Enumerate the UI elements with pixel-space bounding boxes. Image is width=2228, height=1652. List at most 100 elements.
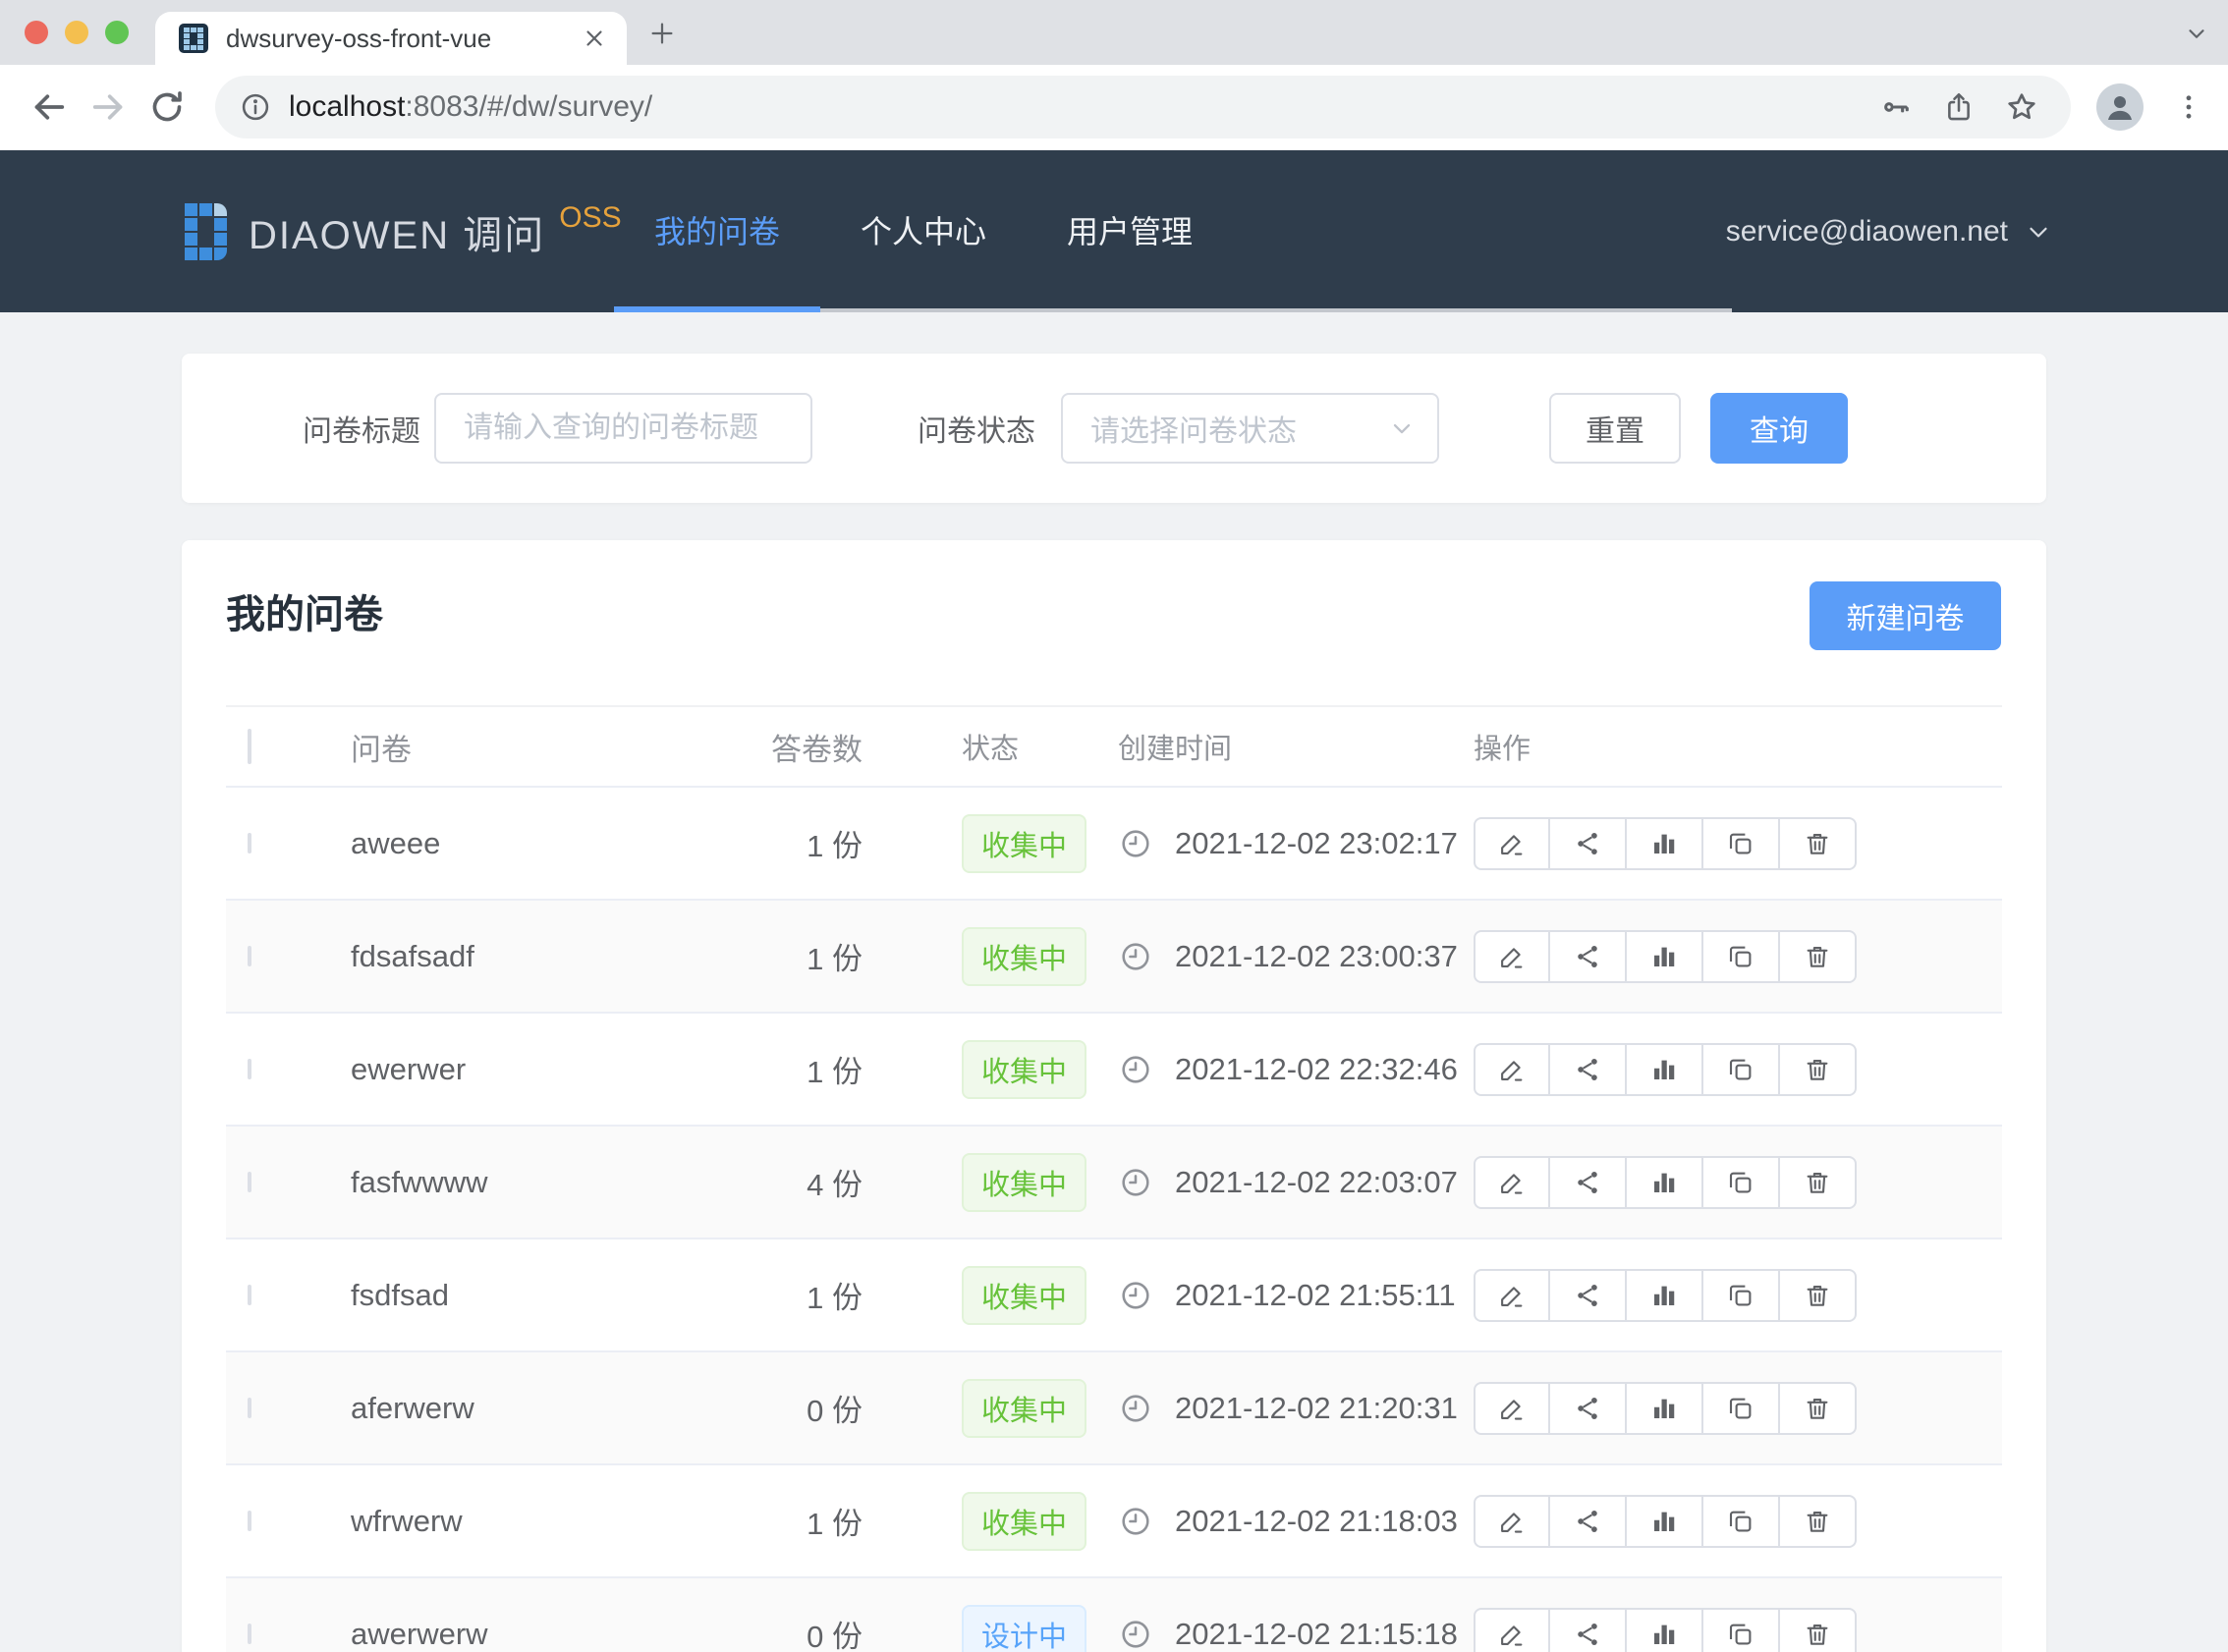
copy-button[interactable]	[1703, 1495, 1780, 1548]
row-checkbox[interactable]	[248, 1398, 251, 1418]
chart-button[interactable]	[1627, 817, 1703, 870]
edit-icon	[1497, 1507, 1527, 1536]
back-icon[interactable]	[28, 85, 71, 129]
chart-button[interactable]	[1627, 1156, 1703, 1209]
browser-tab[interactable]: dwsurvey-oss-front-vue	[155, 12, 627, 65]
survey-name: wfrwerw	[314, 1504, 735, 1539]
forward-icon[interactable]	[86, 85, 130, 129]
edit-button[interactable]	[1474, 817, 1550, 870]
status-badge: 收集中	[962, 1040, 1086, 1099]
copy-button[interactable]	[1703, 817, 1780, 870]
brand-badge: OSS	[559, 201, 621, 235]
row-checkbox[interactable]	[248, 1624, 251, 1644]
tab-close-icon[interactable]	[576, 20, 613, 57]
search-button[interactable]: 查询	[1710, 393, 1848, 464]
menu-item-my-surveys[interactable]: 我的问卷	[614, 150, 820, 308]
edit-button[interactable]	[1474, 1608, 1550, 1652]
survey-name: aweee	[314, 826, 735, 861]
row-checkbox[interactable]	[248, 833, 251, 854]
copy-icon	[1726, 1055, 1755, 1084]
bookmark-star-icon[interactable]	[2002, 87, 2041, 127]
response-count: 1 份	[735, 1047, 863, 1091]
delete-button[interactable]	[1780, 1382, 1857, 1435]
survey-status-select[interactable]: 请选择问卷状态	[1061, 393, 1439, 464]
delete-button[interactable]	[1780, 817, 1857, 870]
edit-button[interactable]	[1474, 1269, 1550, 1322]
row-checkbox[interactable]	[248, 946, 251, 966]
close-window-button[interactable]	[25, 21, 48, 44]
edit-button[interactable]	[1474, 1495, 1550, 1548]
created-time: 2021-12-02 22:32:46	[1175, 1052, 1458, 1087]
delete-button[interactable]	[1780, 1495, 1857, 1548]
edit-icon	[1497, 1168, 1527, 1197]
reset-button[interactable]: 重置	[1549, 393, 1681, 464]
copy-button[interactable]	[1703, 1043, 1780, 1096]
row-checkbox[interactable]	[248, 1285, 251, 1305]
browser-profile-avatar[interactable]	[2096, 83, 2144, 131]
edit-button[interactable]	[1474, 1156, 1550, 1209]
row-checkbox[interactable]	[248, 1172, 251, 1192]
brand-logo[interactable]: DIAOWEN 调问 OSS	[185, 150, 622, 312]
edit-button[interactable]	[1474, 1382, 1550, 1435]
user-dropdown[interactable]: service@diaowen.net	[1726, 150, 2053, 312]
table-row: fsdfsad 1 份 收集中 2021-12-02 21:55:11	[226, 1239, 2002, 1352]
copy-button[interactable]	[1703, 1608, 1780, 1652]
share-button[interactable]	[1550, 1382, 1627, 1435]
row-checkbox[interactable]	[248, 1511, 251, 1531]
row-actions	[1474, 1382, 1857, 1435]
delete-button[interactable]	[1780, 930, 1857, 983]
chart-button[interactable]	[1627, 1608, 1703, 1652]
chart-button[interactable]	[1627, 1269, 1703, 1322]
delete-button[interactable]	[1780, 1269, 1857, 1322]
share-button[interactable]	[1550, 1156, 1627, 1209]
menu-item-user-management[interactable]: 用户管理	[1027, 150, 1233, 308]
copy-button[interactable]	[1703, 1382, 1780, 1435]
share-button[interactable]	[1550, 817, 1627, 870]
share-button[interactable]	[1550, 1495, 1627, 1548]
password-key-icon[interactable]	[1876, 87, 1916, 127]
copy-button[interactable]	[1703, 930, 1780, 983]
create-survey-button[interactable]: 新建问卷	[1810, 581, 2001, 650]
share-button[interactable]	[1550, 1043, 1627, 1096]
minimize-window-button[interactable]	[65, 21, 88, 44]
select-all-checkbox[interactable]	[248, 729, 251, 764]
delete-button[interactable]	[1780, 1608, 1857, 1652]
response-count: 0 份	[735, 1386, 863, 1430]
zoom-window-button[interactable]	[105, 21, 129, 44]
chart-button[interactable]	[1627, 1495, 1703, 1548]
tab-search-chevron-icon[interactable]	[2181, 18, 2212, 49]
share-page-icon[interactable]	[1939, 87, 1978, 127]
delete-button[interactable]	[1780, 1043, 1857, 1096]
chart-button[interactable]	[1627, 1382, 1703, 1435]
survey-name: ewerwer	[314, 1052, 735, 1087]
survey-title-input[interactable]	[434, 393, 812, 464]
survey-name: fasfwwww	[314, 1165, 735, 1200]
edit-button[interactable]	[1474, 930, 1550, 983]
new-tab-button[interactable]	[643, 15, 681, 52]
copy-button[interactable]	[1703, 1156, 1780, 1209]
chart-icon	[1649, 1507, 1679, 1536]
share-icon	[1573, 1281, 1602, 1310]
response-count: 1 份	[735, 821, 863, 865]
copy-icon	[1726, 1620, 1755, 1649]
delete-button[interactable]	[1780, 1156, 1857, 1209]
clock-icon	[1118, 1617, 1153, 1652]
chart-button[interactable]	[1627, 1043, 1703, 1096]
address-bar[interactable]: localhost:8083/#/dw/survey/	[215, 76, 2071, 138]
status-badge: 收集中	[962, 1266, 1086, 1325]
copy-icon	[1726, 1281, 1755, 1310]
copy-button[interactable]	[1703, 1269, 1780, 1322]
created-time: 2021-12-02 21:55:11	[1175, 1278, 1456, 1313]
share-icon	[1573, 1394, 1602, 1423]
share-button[interactable]	[1550, 1269, 1627, 1322]
share-button[interactable]	[1550, 930, 1627, 983]
site-info-icon[interactable]	[236, 87, 275, 127]
row-checkbox[interactable]	[248, 1059, 251, 1079]
status-badge: 收集中	[962, 927, 1086, 986]
menu-item-personal-center[interactable]: 个人中心	[820, 150, 1027, 308]
chart-button[interactable]	[1627, 930, 1703, 983]
share-button[interactable]	[1550, 1608, 1627, 1652]
edit-button[interactable]	[1474, 1043, 1550, 1096]
reload-icon[interactable]	[145, 85, 189, 129]
browser-menu-icon[interactable]	[2167, 85, 2210, 129]
